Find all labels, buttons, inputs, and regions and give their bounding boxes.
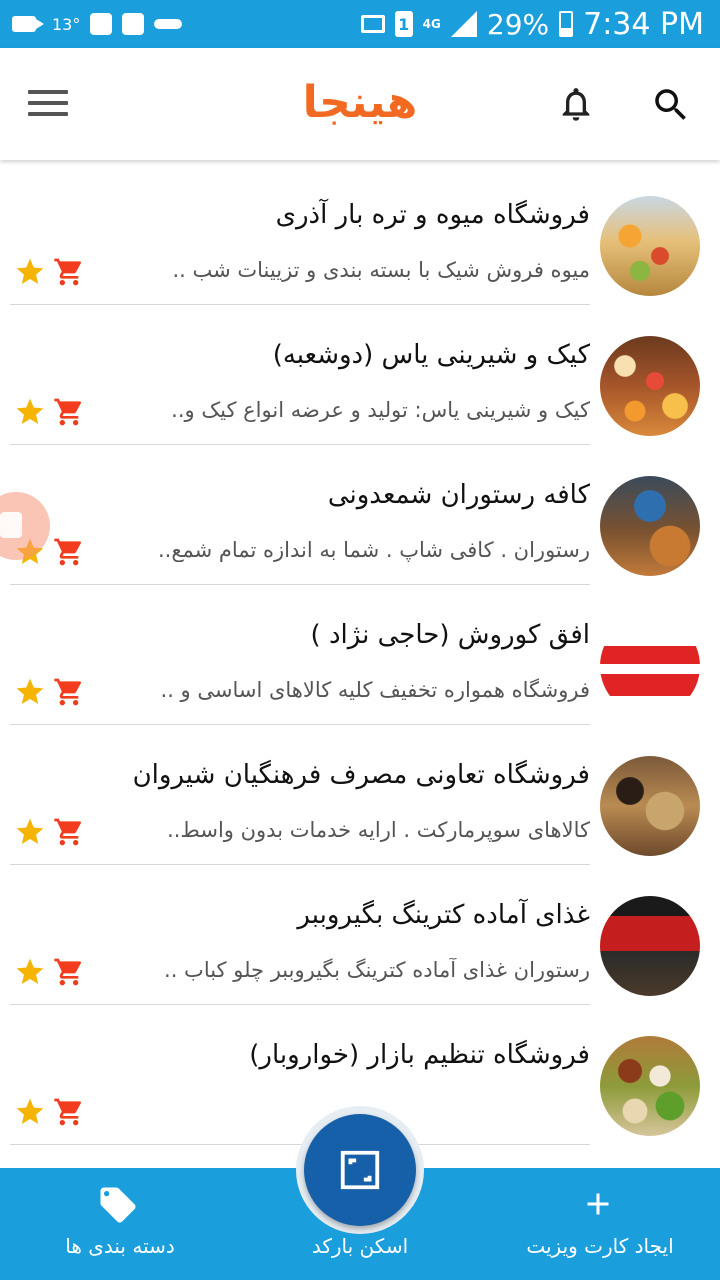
categories-button[interactable]: دسته بندی ها — [30, 1168, 210, 1280]
business-avatar — [600, 476, 700, 576]
cart-icon[interactable] — [52, 956, 86, 988]
business-avatar — [600, 756, 700, 856]
status-bar: 13° 1 4G 29% 7:34 PM — [0, 0, 720, 48]
create-business-card-button[interactable]: ایجاد کارت ویزیت — [510, 1168, 690, 1280]
list-item[interactable]: غذای آماده کترینگ بگیروببر رستوران غذای … — [0, 864, 720, 1005]
business-title: افق کوروش (حاجی نژاد ) — [310, 620, 590, 650]
cart-icon[interactable] — [52, 536, 86, 568]
business-title: فروشگاه تعاونی مصرف فرهنگیان شیروان — [132, 760, 590, 790]
list-item[interactable]: کیک و شیرینی یاس (دوشعبه) کیک و شیرینی ی… — [0, 304, 720, 445]
list-item[interactable]: فروشگاه تعاونی مصرف فرهنگیان شیروان کالا… — [0, 724, 720, 865]
business-title: فروشگاه تنظیم بازار (خواروبار) — [249, 1040, 590, 1070]
battery-percent: 29% — [486, 7, 550, 41]
star-icon[interactable] — [14, 676, 46, 708]
list-item[interactable]: کافه رستوران شمعدونی رستوران . کافی شاپ … — [0, 444, 720, 585]
business-avatar — [600, 896, 700, 996]
bell-icon[interactable] — [556, 84, 596, 124]
business-description: میوه فروش شیک با بسته بندی و تزیینات شب … — [172, 258, 590, 282]
business-description: کالاهای سوپرمارکت . ارایه خدمات بدون واس… — [167, 818, 590, 842]
list-item[interactable]: فروشگاه میوه و تره بار آذری میوه فروش شی… — [0, 164, 720, 305]
categories-label: دسته بندی ها — [65, 1234, 175, 1258]
cart-icon[interactable] — [52, 256, 86, 288]
business-description: رستوران . کافی شاپ . شما به اندازه تمام … — [157, 538, 590, 562]
create-business-card-label: ایجاد کارت ویزیت — [526, 1234, 674, 1258]
video-camera-icon — [12, 16, 44, 32]
star-icon[interactable] — [14, 1096, 46, 1128]
clock: 7:34 PM — [583, 6, 704, 42]
battery-icon — [559, 11, 574, 37]
temperature-text: 13° — [52, 14, 81, 34]
business-avatar — [600, 616, 700, 716]
business-avatar — [600, 1036, 700, 1136]
business-title: کافه رستوران شمعدونی — [327, 480, 590, 510]
business-description: کیک و شیرینی یاس: تولید و عرضه انواع کیک… — [171, 398, 590, 422]
sim-slot-icon: 1 — [394, 11, 413, 37]
business-title: فروشگاه میوه و تره بار آذری — [275, 200, 590, 230]
signal-icon — [450, 11, 477, 37]
cart-icon[interactable] — [52, 1096, 86, 1128]
clipboard-check-icon — [122, 13, 145, 35]
top-app-bar: هینجا — [0, 48, 720, 160]
star-icon[interactable] — [14, 256, 46, 288]
business-list: فروشگاه میوه و تره بار آذری میوه فروش شی… — [0, 164, 720, 1145]
star-icon[interactable] — [14, 816, 46, 848]
menu-icon[interactable] — [28, 90, 68, 120]
business-avatar — [600, 196, 700, 296]
scan-frame-icon — [340, 1150, 380, 1190]
business-avatar — [600, 336, 700, 436]
plus-icon — [587, 1193, 609, 1215]
star-icon[interactable] — [14, 396, 46, 428]
business-title: کیک و شیرینی یاس (دوشعبه) — [272, 340, 590, 370]
cast-icon — [360, 15, 385, 33]
business-description: فروشگاه همواره تخفیف کلیه کالاهای اساسی … — [160, 678, 590, 702]
cart-icon[interactable] — [52, 676, 86, 708]
cart-icon[interactable] — [52, 396, 86, 428]
list-item[interactable]: افق کوروش (حاجی نژاد ) فروشگاه همواره تخ… — [0, 584, 720, 725]
key-icon — [154, 19, 183, 29]
cart-icon[interactable] — [52, 816, 86, 848]
app-logo: هینجا — [302, 77, 418, 128]
scan-barcode-label: اسکن بارکد — [311, 1234, 409, 1258]
scan-barcode-fab[interactable] — [304, 1114, 416, 1226]
search-icon[interactable] — [650, 84, 692, 126]
business-title: غذای آماده کترینگ بگیروببر — [297, 900, 590, 930]
tag-icon — [100, 1187, 136, 1223]
business-description: رستوران غذای آماده کترینگ بگیروببر چلو ک… — [164, 958, 590, 982]
network-type-label: 4G — [422, 17, 441, 31]
app-notification-icon — [90, 13, 113, 35]
star-icon[interactable] — [14, 956, 46, 988]
